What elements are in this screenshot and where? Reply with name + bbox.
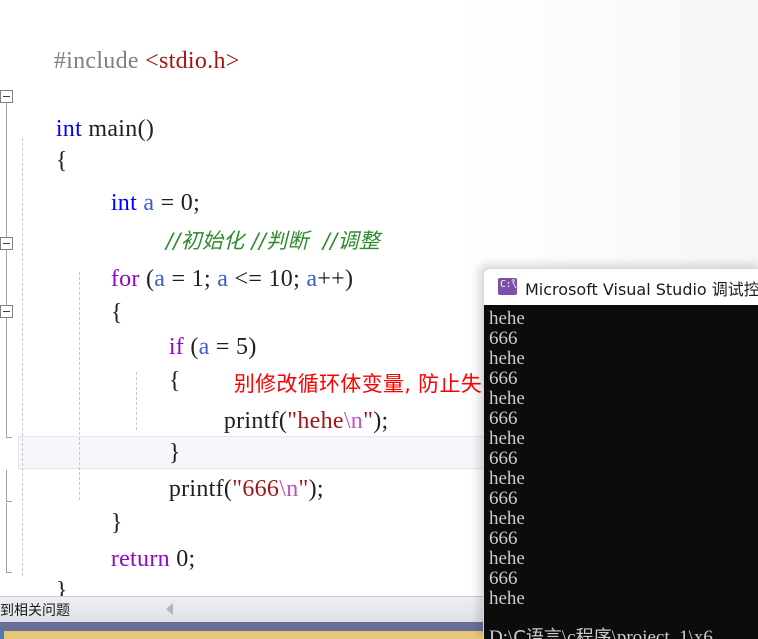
fold-line [6, 318, 7, 438]
fold-toggle-for[interactable] [0, 237, 13, 250]
console-title-bar[interactable]: Microsoft Visual Studio 调试控制台 [484, 269, 758, 305]
scroll-left-arrow-icon[interactable] [166, 603, 173, 615]
console-line: hehe [489, 388, 525, 409]
console-line: hehe [489, 348, 525, 369]
code-line-16[interactable]: } [18, 540, 68, 596]
console-path-line: D:\C语言\c程序\project_1\x6 [489, 623, 713, 639]
path-cjk-2: 程序 [575, 627, 612, 639]
code-line-4[interactable]: { [18, 110, 68, 212]
console-line: 666 [489, 368, 518, 389]
path-prefix: D:\ [489, 627, 514, 639]
console-line: hehe [489, 468, 525, 489]
console-line: hehe [489, 548, 525, 569]
console-line: 666 [489, 528, 518, 549]
status-message: 到相关问题 [0, 603, 70, 619]
console-line: hehe [489, 588, 525, 609]
console-window-icon [498, 278, 517, 295]
code-line-8[interactable]: { [73, 262, 123, 364]
console-line: hehe [489, 508, 525, 529]
fold-line [6, 470, 7, 502]
token-return: return [110, 546, 170, 572]
console-line: 666 [489, 408, 518, 429]
token-header: <stdio.h> [145, 48, 240, 74]
console-output-area[interactable]: hehe 666 hehe 666 hehe 666 hehe 666 hehe… [484, 305, 758, 639]
token-close-brace-main: } [55, 578, 68, 596]
path-cjk-1: C语言 [513, 627, 562, 639]
fold-line [6, 250, 7, 305]
console-title-text: Microsoft Visual Studio 调试控制台 [525, 280, 758, 299]
console-line: 666 [489, 568, 518, 589]
fold-end-main [6, 572, 12, 573]
fold-toggle-if[interactable] [0, 305, 13, 318]
console-line: 666 [489, 328, 518, 349]
fold-line [6, 503, 7, 573]
fold-end-for [6, 501, 12, 502]
visual-studio-window: #include <stdio.h> int main() { int a = … [0, 0, 758, 639]
token-open-brace-for: { [110, 300, 123, 326]
fold-toggle-main[interactable] [0, 90, 13, 103]
token-open-brace-main: { [55, 148, 68, 174]
fold-end-if [6, 437, 12, 438]
console-line: hehe [489, 308, 525, 329]
console-line: 666 [489, 488, 518, 509]
taskbar-accent [0, 631, 4, 639]
console-line: 666 [489, 448, 518, 469]
token-include: #include [53, 48, 139, 74]
fold-line [6, 103, 7, 237]
token-open-brace-if: { [168, 368, 181, 394]
console-line: hehe [489, 428, 525, 449]
code-line-15[interactable]: return 0; [73, 508, 196, 596]
path-suffix: \project_1\x6 [611, 627, 713, 639]
outlining-gutter[interactable] [0, 0, 16, 596]
debug-console-window[interactable]: Microsoft Visual Studio 调试控制台 hehe 666 h… [483, 268, 758, 639]
path-sep-1: \c [561, 627, 576, 639]
token-main: main() [88, 116, 155, 142]
